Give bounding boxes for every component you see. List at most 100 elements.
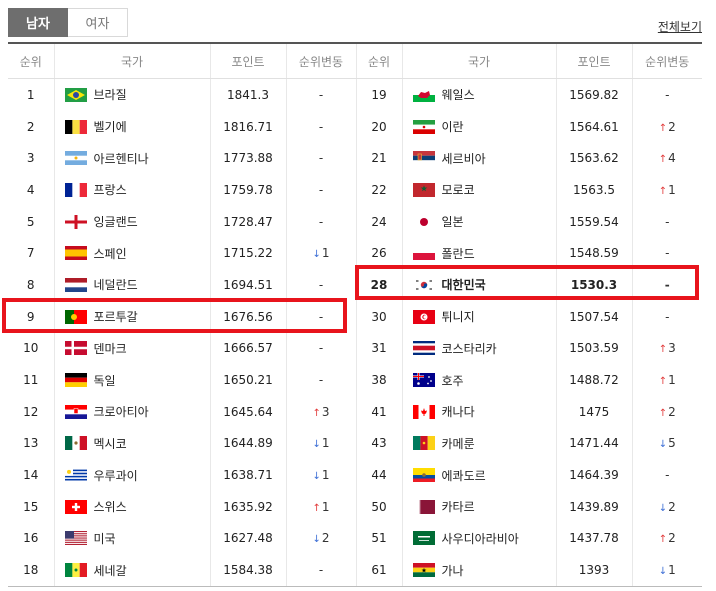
country-cell[interactable]: 벨기에 bbox=[54, 110, 211, 143]
points-cell: 1507.54 bbox=[556, 300, 633, 333]
tab-men[interactable]: 남자 bbox=[8, 8, 68, 37]
ghana-flag-icon bbox=[412, 563, 435, 578]
rank-change-value: - bbox=[318, 277, 324, 292]
rank-change-value: 2 bbox=[668, 499, 676, 514]
country-cell[interactable]: 포르투갈 bbox=[54, 300, 211, 333]
rank-change-value: 4 bbox=[668, 151, 676, 166]
table-row: 10 덴마크 1666.57-31 코스타리카 1503.59 ↑3 bbox=[8, 332, 702, 365]
rank-cell: 28 bbox=[356, 269, 403, 301]
points-cell: 1694.51 bbox=[210, 269, 287, 301]
points-cell: 1548.59 bbox=[556, 237, 633, 270]
country-cell[interactable]: 카메룬 bbox=[402, 427, 557, 460]
rank-up-arrow-icon: ↑ bbox=[658, 185, 668, 197]
rank-change-value: - bbox=[318, 563, 324, 578]
country-cell[interactable]: 브라질 bbox=[54, 78, 211, 111]
country-cell[interactable]: 호주 bbox=[402, 364, 557, 396]
country-name: 이란 bbox=[441, 120, 464, 135]
country-cell[interactable]: 독일 bbox=[54, 364, 211, 396]
country-cell[interactable]: 프랑스 bbox=[54, 174, 211, 206]
country-cell[interactable]: 멕시코 bbox=[54, 427, 211, 460]
poland-flag-icon bbox=[412, 246, 435, 261]
table-row: 9 포르투갈 1676.56 - 30 튀니지 1507.54 - bbox=[8, 300, 702, 333]
header-country: 국가 bbox=[402, 43, 557, 79]
spain-flag-icon bbox=[64, 246, 87, 261]
country-name: 가나 bbox=[441, 563, 464, 578]
rank-change-cell: ↑3 bbox=[286, 395, 357, 428]
rank-change-value: 1 bbox=[668, 373, 676, 388]
country-cell[interactable]: 네덜란드 bbox=[54, 269, 211, 301]
rank-change-value: 1 bbox=[668, 182, 676, 197]
country-cell[interactable]: 캐나다 bbox=[402, 395, 557, 428]
rank-cell: 13 bbox=[8, 427, 55, 460]
country-name: 포르투갈 bbox=[93, 310, 138, 325]
country-cell[interactable]: 카타르 bbox=[402, 490, 557, 523]
rank-change-value: - bbox=[318, 182, 324, 197]
country-cell[interactable]: 모로코 bbox=[402, 174, 557, 206]
country-cell[interactable]: 웨일스 bbox=[402, 78, 557, 111]
points-cell: 1759.78 bbox=[210, 174, 287, 206]
country-cell[interactable]: 에콰도르 bbox=[402, 459, 557, 491]
country-cell[interactable]: 코스타리카 bbox=[402, 332, 557, 365]
rank-cell: 26 bbox=[356, 237, 403, 270]
rank-change-cell: ↑1 bbox=[286, 490, 357, 523]
rank-cell: 38 bbox=[356, 364, 403, 396]
points-cell: 1530.3 bbox=[556, 269, 633, 301]
points-cell: 1715.22 bbox=[210, 237, 287, 270]
rank-cell: 12 bbox=[8, 395, 55, 428]
country-cell[interactable]: 덴마크 bbox=[54, 332, 211, 365]
country-cell[interactable]: 스페인 bbox=[54, 237, 211, 270]
rank-down-arrow-icon: ↓ bbox=[312, 534, 321, 546]
country-cell[interactable]: 일본 bbox=[402, 205, 557, 238]
portugal-flag-icon bbox=[64, 309, 87, 324]
country-cell[interactable]: 잉글랜드 bbox=[54, 205, 211, 238]
rank-down-arrow-icon: ↓ bbox=[658, 502, 668, 514]
country-cell[interactable]: 이란 bbox=[402, 110, 557, 143]
country-name: 스위스 bbox=[93, 500, 127, 515]
country-cell[interactable]: 우루과이 bbox=[54, 459, 211, 491]
points-cell: 1393 bbox=[556, 554, 633, 588]
rank-change-cell: - bbox=[632, 237, 702, 269]
points-cell: 1563.5 bbox=[556, 174, 633, 206]
uruguay-flag-icon bbox=[64, 468, 87, 483]
table-row: 1 브라질 1841.3 - 19 웨일스 1569.82 - bbox=[8, 78, 702, 111]
tab-women[interactable]: 여자 bbox=[68, 8, 128, 37]
view-all-link[interactable]: 전체보기 bbox=[658, 18, 702, 35]
table-row: 4 프랑스 1759.78-22 모로코 1563.5 ↑1 bbox=[8, 174, 702, 206]
country-name: 아르헨티나 bbox=[93, 151, 149, 166]
costa-rica-flag-icon bbox=[412, 341, 435, 356]
senegal-flag-icon bbox=[64, 563, 87, 578]
rank-change-value: - bbox=[665, 87, 670, 102]
country-cell[interactable]: 대한민국 bbox=[402, 269, 557, 301]
rank-change-value: 3 bbox=[668, 341, 676, 356]
country-cell[interactable]: 폴란드 bbox=[402, 237, 557, 270]
country-name: 세네갈 bbox=[93, 563, 127, 578]
rank-cell: 41 bbox=[356, 395, 403, 428]
rank-change-value: 1 bbox=[668, 563, 676, 578]
country-cell[interactable]: 세르비아 bbox=[402, 142, 557, 175]
header-rank: 순위 bbox=[356, 43, 403, 79]
rank-down-arrow-icon: ↓ bbox=[312, 249, 321, 261]
country-cell[interactable]: 사우디아라비아 bbox=[402, 522, 557, 555]
rank-change-cell: ↑2 bbox=[632, 523, 702, 555]
country-name: 우루과이 bbox=[93, 468, 138, 483]
country-cell[interactable]: 크로아티아 bbox=[54, 395, 211, 428]
rank-cell: 51 bbox=[356, 522, 403, 555]
country-cell[interactable]: 튀니지 bbox=[402, 300, 557, 333]
rank-down-arrow-icon: ↓ bbox=[658, 566, 668, 578]
country-cell[interactable]: 스위스 bbox=[54, 490, 211, 523]
australia-flag-icon bbox=[412, 373, 435, 388]
points-cell: 1666.57 bbox=[210, 332, 287, 365]
country-name: 덴마크 bbox=[93, 341, 127, 356]
country-cell[interactable]: 가나 bbox=[402, 554, 557, 588]
rank-up-arrow-icon: ↑ bbox=[312, 407, 321, 419]
qatar-flag-icon bbox=[412, 499, 435, 514]
table-row: 5 잉글랜드 1728.47 - 24 일본 1559.54 - bbox=[8, 205, 702, 238]
rank-change-cell: - bbox=[286, 78, 357, 111]
country-cell[interactable]: 아르헨티나 bbox=[54, 142, 211, 175]
header-points: 포인트 bbox=[210, 43, 287, 79]
country-cell[interactable]: 미국 bbox=[54, 522, 211, 555]
rank-change-cell: ↑2 bbox=[632, 111, 702, 143]
rank-cell: 31 bbox=[356, 332, 403, 365]
rank-change-cell: ↓2 bbox=[286, 522, 357, 555]
country-cell[interactable]: 세네갈 bbox=[54, 554, 211, 588]
